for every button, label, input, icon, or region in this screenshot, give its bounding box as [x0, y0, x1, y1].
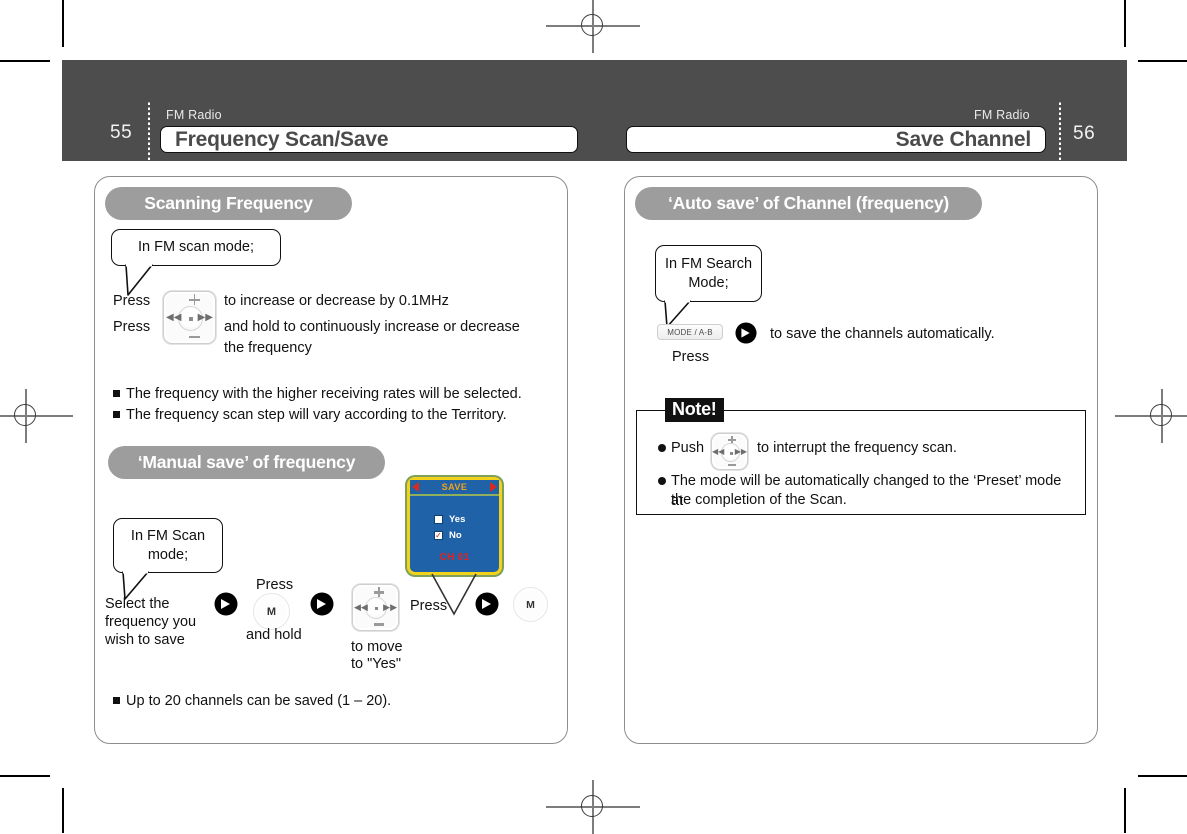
dpad-icon-2[interactable]: ◀◀ ▶▶ [352, 584, 399, 631]
lcd-checkbox-no[interactable]: ✓ [434, 531, 443, 540]
step4-press-label: Press [410, 598, 448, 614]
note-item-2-line2: the completion of the Scan. [671, 492, 847, 508]
bullet-text: The frequency with the higher receiving … [126, 386, 522, 402]
crop-mark-bottom-right-h [1138, 775, 1187, 777]
page-title-left-text: Frequency Scan/Save [175, 127, 389, 151]
auto-save-press-label: Press [672, 349, 710, 365]
bullet-text: Up to 20 channels can be saved (1 – 20). [126, 693, 392, 709]
dpad-next-icon: ▶▶ [197, 312, 213, 323]
note-item-1-pre: Push [671, 440, 705, 456]
arrow-right-icon-4 [735, 322, 757, 344]
header-divider-left [148, 100, 150, 160]
note-item-1-post: to interrupt the frequency scan. [757, 440, 957, 456]
callout-2-line2: mode; [147, 546, 189, 563]
note-bullet-marker [658, 444, 666, 452]
lcd-channel-label: CH 01 [439, 552, 470, 563]
bullet-marker [113, 697, 120, 704]
m-button-icon-2[interactable]: M [513, 587, 548, 622]
crop-mark-bottom-left-v [62, 788, 64, 833]
callout-in-fm-scan-mode-2: In FM Scan mode; [113, 518, 223, 573]
note-item-1: Push [658, 439, 704, 459]
lcd-right-arrow-icon[interactable] [490, 482, 497, 492]
press-label-2: Press [113, 319, 151, 335]
callout-right-line1: In FM Search [664, 256, 753, 273]
registration-mark-left [0, 389, 73, 443]
arrow-right-icon-1 [214, 592, 238, 616]
arrow-right-icon-2 [310, 592, 334, 616]
lcd-left-arrow-icon[interactable] [412, 482, 419, 492]
mode-ab-button-label: MODE / A-B [667, 327, 713, 337]
kicker-left: FM Radio [166, 108, 222, 122]
crop-mark-bottom-left-h [0, 775, 50, 777]
lcd-option-no-label: No [449, 530, 462, 541]
dpad-prev-icon: ◀◀ [166, 312, 182, 323]
dpad-next-icon: ▶▶ [383, 602, 397, 612]
bullet-item: Up to 20 channels can be saved (1 – 20). [113, 691, 533, 712]
bullet-marker [113, 411, 120, 418]
page-number-left: 55 [110, 122, 133, 143]
registration-mark-bottom [546, 780, 640, 834]
bullet-text: The frequency scan step will vary accord… [126, 407, 507, 423]
bullet-marker [113, 390, 120, 397]
callout-2-line1: In FM Scan [130, 528, 206, 545]
press-label-1: Press [113, 293, 151, 309]
lcd-option-yes-label: Yes [449, 514, 466, 525]
heading-manual-save: ‘Manual save’ of frequency [108, 446, 385, 479]
crop-mark-top-left-v [62, 0, 64, 47]
step3-line2: to "Yes" [351, 656, 402, 672]
callout-in-fm-scan-mode-text: In FM scan mode; [137, 239, 255, 256]
bullet-item: The frequency with the higher receiving … [113, 384, 543, 405]
crop-mark-top-right-v [1124, 0, 1126, 47]
page-number-right: 56 [1073, 123, 1096, 144]
dpad-prev-icon: ◀◀ [712, 447, 725, 456]
step1-line1: Select the [105, 596, 170, 612]
lcd-option-yes[interactable]: Yes [434, 514, 465, 525]
step2-and-hold-label: and hold [246, 627, 302, 643]
m-button-label: M [266, 605, 277, 618]
m-button-label: M [526, 598, 535, 611]
crop-mark-top-right-h [1138, 60, 1187, 62]
registration-mark-right [1115, 389, 1187, 443]
page-title-left: Frequency Scan/Save [160, 126, 578, 153]
callout-in-fm-search-mode: In FM Search Mode; [655, 245, 762, 302]
dpad-icon-1[interactable]: ◀◀ ▶▶ [163, 291, 216, 344]
note-bullet-marker [658, 477, 666, 485]
dpad-icon-3[interactable]: ◀◀ ▶▶ [711, 433, 748, 470]
scan-line2-description: and hold to continuously increase or dec… [224, 319, 520, 335]
lcd-title-text: SAVE [441, 482, 468, 492]
page-title-right: Save Channel [626, 126, 1046, 153]
step2-press-label: Press [256, 577, 294, 593]
lcd-checkbox-yes[interactable] [434, 515, 443, 524]
callout-in-fm-scan-mode: In FM scan mode; [111, 229, 281, 266]
kicker-right: FM Radio [974, 108, 1030, 122]
dpad-prev-icon: ◀◀ [354, 602, 368, 612]
crop-mark-top-left-h [0, 60, 50, 62]
mode-ab-button-icon[interactable]: MODE / A-B [657, 324, 723, 340]
step1-line3: wish to save [105, 632, 185, 648]
registration-mark-top [546, 0, 640, 53]
auto-save-description: to save the channels automatically. [770, 326, 995, 342]
lcd-title-bar: SAVE [410, 480, 499, 496]
callout-right-line2: Mode; [688, 274, 729, 291]
heading-auto-save: ‘Auto save’ of Channel (frequency) [635, 187, 982, 220]
arrow-right-icon-3 [475, 592, 499, 616]
lcd-save-dialog: SAVE Yes ✓ No CH 01 [407, 477, 502, 575]
step1-line2: frequency you [105, 614, 197, 630]
note-tag: Note! [665, 398, 724, 422]
heading-scanning-frequency: Scanning Frequency [105, 187, 352, 220]
page-title-right-text: Save Channel [895, 127, 1032, 151]
header-divider-right [1059, 100, 1061, 160]
crop-mark-bottom-right-v [1124, 788, 1126, 833]
scan-line2-description-cont: the frequency [224, 340, 312, 356]
scan-line1-description: to increase or decrease by 0.1MHz [224, 293, 449, 309]
bullet-item: The frequency scan step will vary accord… [113, 405, 543, 426]
lcd-option-no[interactable]: ✓ No [434, 530, 462, 541]
m-button-icon-1[interactable]: M [253, 593, 290, 630]
dpad-next-icon: ▶▶ [734, 447, 747, 456]
